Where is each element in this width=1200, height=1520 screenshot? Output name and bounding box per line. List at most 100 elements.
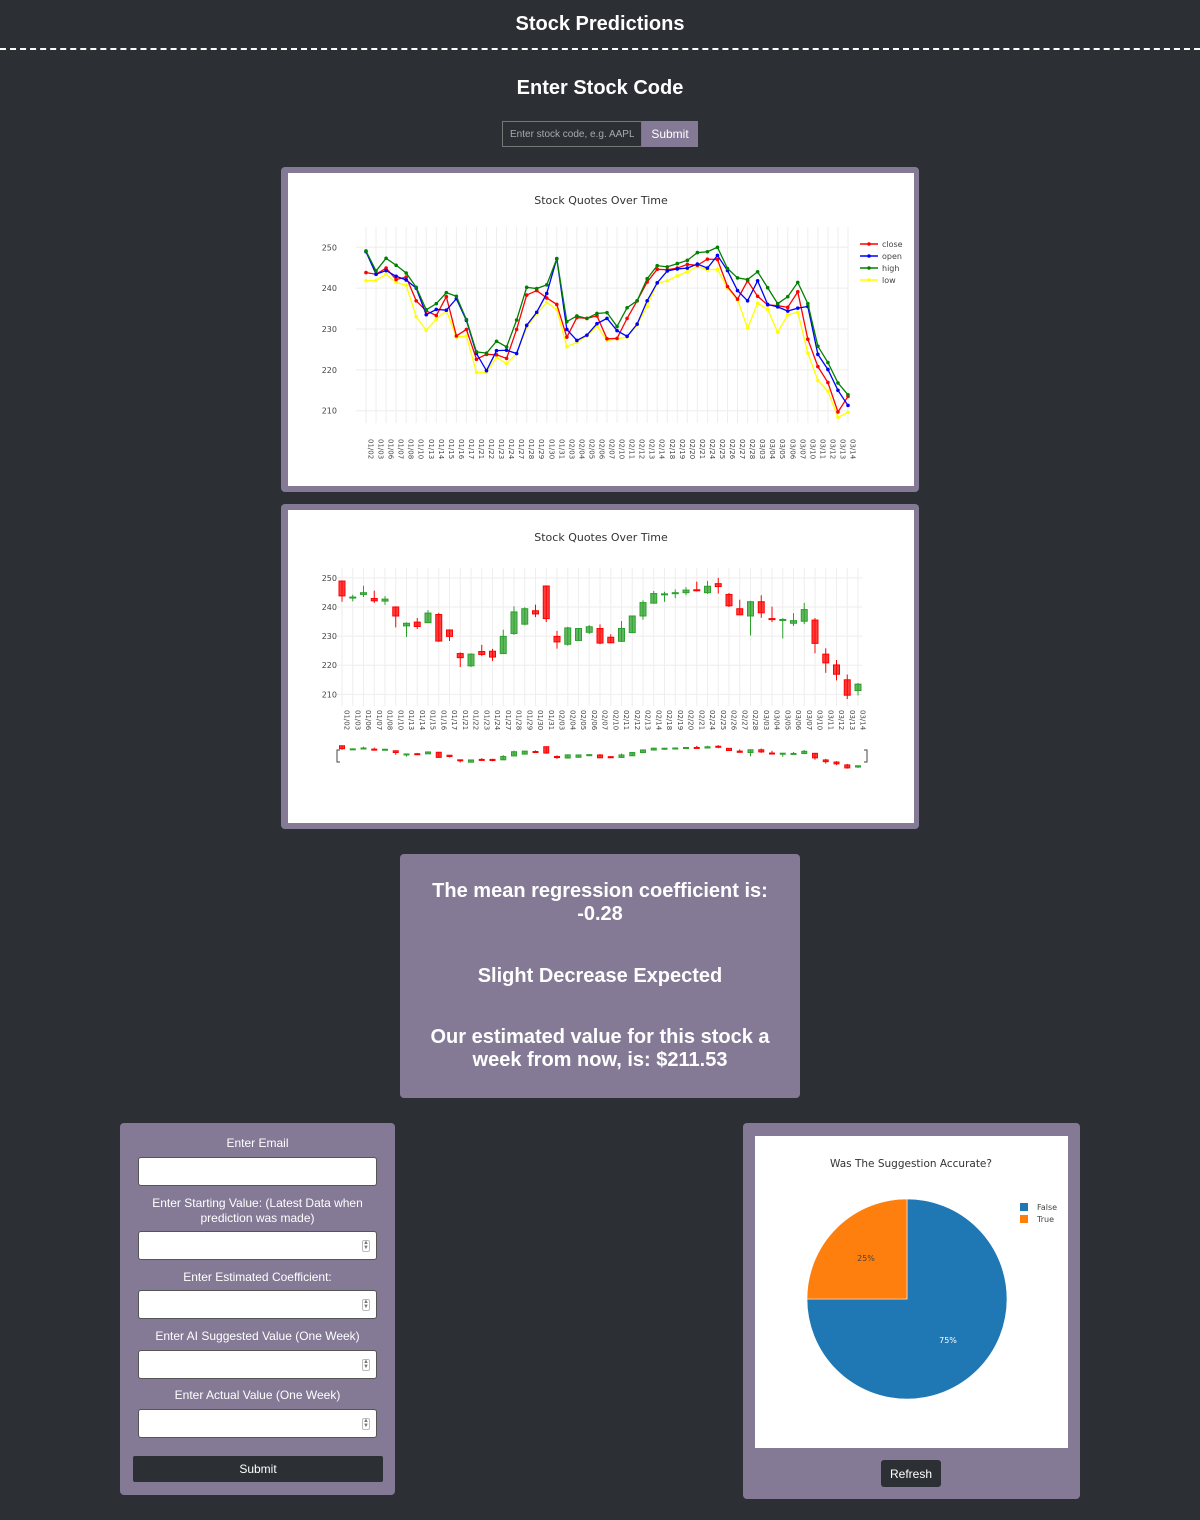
range-candle xyxy=(554,755,560,759)
data-point-low xyxy=(755,301,760,306)
x-tick-label: 02/10 xyxy=(618,439,626,459)
range-candle xyxy=(435,751,442,758)
data-point-high xyxy=(826,360,830,365)
data-point-open xyxy=(846,403,850,408)
x-tick-label: 02/14 xyxy=(658,439,666,460)
x-tick-label: 02/03 xyxy=(558,710,566,730)
data-point-high xyxy=(484,351,489,355)
data-point-low xyxy=(474,370,479,375)
candle xyxy=(456,653,464,659)
x-tick-label: 02/13 xyxy=(644,710,652,730)
stock-submit-button[interactable]: Submit xyxy=(642,121,698,147)
data-point-high xyxy=(474,350,479,354)
data-point-high xyxy=(494,339,499,344)
x-tick-label: 01/29 xyxy=(537,439,545,459)
range-candle xyxy=(704,746,711,749)
legend-label: low xyxy=(882,276,896,285)
range-candle xyxy=(586,754,593,757)
data-point-high xyxy=(374,269,378,273)
candle xyxy=(489,650,496,658)
data-point-high xyxy=(534,286,539,291)
email-label: Enter Email xyxy=(226,1136,289,1150)
data-point-high xyxy=(585,316,589,321)
spinner-icon[interactable]: ▲ ▼ xyxy=(362,1418,370,1430)
data-point-high xyxy=(615,324,619,329)
data-point-open xyxy=(705,266,710,270)
data-point-high xyxy=(775,301,780,306)
x-tick-label: 02/25 xyxy=(719,710,727,730)
data-point-open xyxy=(544,291,549,296)
data-point-high xyxy=(785,294,790,299)
data-point-open xyxy=(665,269,670,273)
x-tick-label: 02/26 xyxy=(730,710,738,731)
candle xyxy=(510,611,518,634)
data-point-open xyxy=(514,351,519,356)
data-point-open xyxy=(585,333,589,337)
feedback-submit-button[interactable]: Submit xyxy=(133,1456,383,1482)
candle xyxy=(467,653,475,667)
email-field[interactable] xyxy=(138,1157,377,1186)
data-point-high xyxy=(655,263,660,268)
x-tick-label: 01/13 xyxy=(407,710,415,730)
actual-value-field[interactable]: ▲ ▼ xyxy=(138,1409,377,1438)
range-candle xyxy=(844,764,851,769)
stock-code-input[interactable] xyxy=(502,121,642,147)
data-point-close xyxy=(785,305,790,310)
candlestick-chart-plot: Stock Quotes Over Time 01/02 01/03 01/06 01/… xyxy=(288,510,914,823)
y-tick-label: 240 xyxy=(322,603,337,612)
data-point-low xyxy=(795,310,800,315)
candlestick-chart-card: Stock Quotes Over Time 01/02 01/03 01/06 01/… xyxy=(281,504,919,829)
x-tick-label: 02/04 xyxy=(568,710,576,731)
data-point-low xyxy=(775,330,780,335)
data-point-low xyxy=(434,317,439,321)
range-candle xyxy=(769,752,775,755)
coefficient-field[interactable]: ▲ ▼ xyxy=(138,1290,377,1319)
x-tick-label: 01/28 xyxy=(527,439,535,459)
data-point-close xyxy=(565,335,569,339)
refresh-button[interactable]: Refresh xyxy=(881,1460,941,1487)
candle xyxy=(661,593,668,596)
estimated-value-text: Our estimated value for this stock a wee… xyxy=(430,1026,770,1071)
candle xyxy=(714,583,722,588)
candlestick-chart: Stock Quotes Over Time01/02 01/03 01/06 01/… xyxy=(322,531,868,772)
candle xyxy=(757,601,765,614)
range-candle xyxy=(833,761,840,765)
candle xyxy=(704,585,711,594)
data-point-open xyxy=(695,262,700,266)
x-tick-label: 01/06 xyxy=(387,439,395,460)
starting-value-field[interactable]: ▲ ▼ xyxy=(138,1231,377,1260)
candle xyxy=(650,593,658,604)
data-point-low xyxy=(745,326,750,330)
range-candle xyxy=(715,745,722,748)
data-point-high xyxy=(755,269,760,274)
x-tick-label: 03/05 xyxy=(783,710,791,730)
data-point-high xyxy=(806,301,810,306)
starting-value-label: Enter Starting Value: (Latest Data when … xyxy=(152,1196,363,1225)
x-tick-label: 01/02 xyxy=(367,439,375,459)
x-tick-label: 03/06 xyxy=(788,439,796,460)
data-point-open xyxy=(374,272,378,277)
data-point-low xyxy=(816,378,820,383)
x-tick-label: 01/28 xyxy=(515,710,523,730)
x-tick-label: 02/04 xyxy=(577,439,585,460)
x-tick-label: 01/31 xyxy=(557,439,565,459)
spinner-icon[interactable]: ▲ ▼ xyxy=(362,1299,370,1311)
x-tick-label: 01/03 xyxy=(353,710,361,730)
x-tick-label: 02/21 xyxy=(697,710,705,730)
x-tick-label: 03/13 xyxy=(838,439,846,459)
x-tick-label: 01/08 xyxy=(386,710,394,730)
spinner-icon[interactable]: ▲ ▼ xyxy=(362,1359,370,1371)
data-point-low xyxy=(806,351,810,355)
data-point-close xyxy=(795,290,800,294)
candle xyxy=(446,629,453,637)
y-tick-label: 240 xyxy=(322,284,337,293)
range-candle xyxy=(607,756,614,759)
x-tick-label: 01/27 xyxy=(517,439,525,459)
range-candle xyxy=(575,754,582,758)
candle xyxy=(349,596,357,599)
data-point-open xyxy=(785,309,790,313)
ai-value-field[interactable]: ▲ ▼ xyxy=(138,1350,377,1379)
spinner-icon[interactable]: ▲ ▼ xyxy=(362,1240,370,1252)
data-point-open xyxy=(795,306,800,310)
line-chart-card: Stock Quotes Over Time 01/02 01/03 01/06 01/… xyxy=(281,167,919,492)
